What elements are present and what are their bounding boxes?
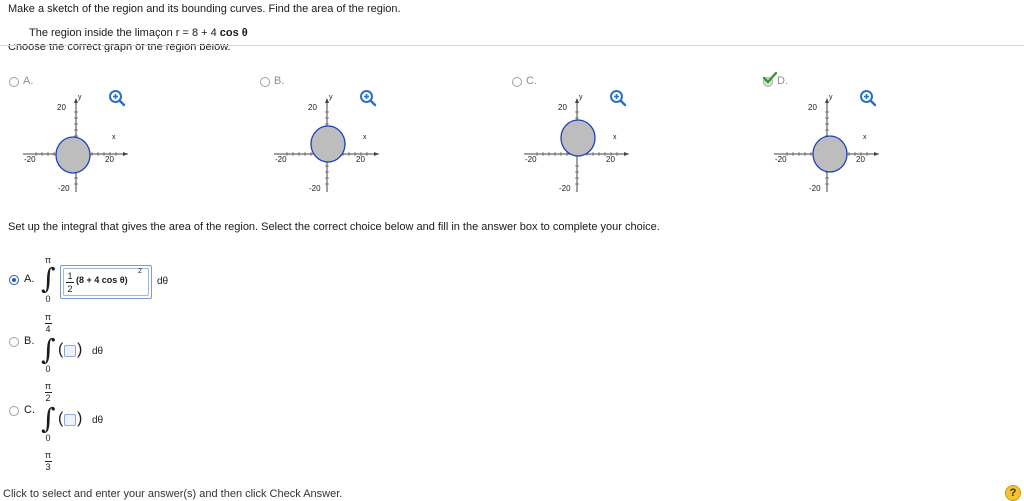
footer-instruction: Click to select and enter your answer(s)… bbox=[3, 488, 343, 500]
integral-option-c-radio[interactable] bbox=[9, 406, 19, 416]
integral-sign: ∫ bbox=[41, 333, 56, 366]
x-axis-label: x bbox=[613, 134, 617, 141]
extra-limit-den: 3 bbox=[45, 462, 51, 472]
integral-sign: ∫ bbox=[41, 262, 56, 295]
question-text: Make a sketch of the region and its boun… bbox=[8, 3, 401, 15]
x-tick-left: -20 bbox=[525, 155, 537, 164]
x-tick-right: 20 bbox=[356, 155, 365, 164]
differential: dθ bbox=[92, 415, 104, 426]
checkmark-icon bbox=[763, 72, 777, 84]
answer-box[interactable] bbox=[64, 345, 76, 357]
x-tick-left: -20 bbox=[775, 155, 787, 164]
y-axis-label: y bbox=[829, 94, 833, 101]
zoom-icon[interactable] bbox=[609, 89, 627, 107]
y-tick-top: 20 bbox=[57, 103, 66, 112]
graph-option-c-radio[interactable] bbox=[512, 77, 522, 87]
divider bbox=[0, 45, 1024, 46]
limacon-region bbox=[560, 119, 596, 157]
lower-limit: 0 bbox=[45, 364, 51, 374]
x-tick-left: -20 bbox=[24, 155, 36, 164]
differential: dθ bbox=[157, 276, 169, 287]
integral-option-b-radio[interactable] bbox=[9, 337, 19, 347]
integral-option-a-radio[interactable] bbox=[9, 275, 19, 285]
graph-option-a-label[interactable]: A. bbox=[23, 75, 33, 87]
y-tick-bottom: -20 bbox=[559, 184, 571, 193]
answer-box[interactable] bbox=[64, 414, 76, 426]
integrand-exponent: 2 bbox=[138, 268, 142, 275]
lower-limit: 0 bbox=[45, 294, 51, 304]
frac-bar bbox=[66, 282, 74, 283]
zoom-icon[interactable] bbox=[108, 89, 126, 107]
x-axis-label: x bbox=[112, 134, 116, 141]
given-prefix: The region inside the limaçon r = 8 + 4 bbox=[29, 27, 217, 39]
extra-limit-num: π bbox=[44, 450, 52, 460]
graph-c-plot bbox=[524, 98, 629, 192]
x-tick-right: 20 bbox=[105, 155, 114, 164]
graph-option-c: y 20 x -20 20 -20 bbox=[521, 88, 671, 208]
graph-d-plot bbox=[774, 98, 879, 192]
given-func: cos θ bbox=[219, 27, 248, 39]
graph-b-plot bbox=[274, 98, 379, 192]
upper-limit-num: π bbox=[44, 312, 52, 322]
y-axis-label: y bbox=[579, 94, 583, 101]
y-tick-bottom: -20 bbox=[809, 184, 821, 193]
x-axis-arrow bbox=[123, 152, 128, 156]
y-tick-top: 20 bbox=[558, 103, 567, 112]
graph-a-plot bbox=[23, 98, 128, 192]
integral-option-a-label[interactable]: A. bbox=[24, 273, 34, 285]
paren-right: ) bbox=[77, 341, 83, 358]
frac-num: 1 bbox=[67, 271, 73, 281]
x-axis-label: x bbox=[363, 134, 367, 141]
upper-limit-num: π bbox=[44, 381, 52, 391]
paren-left: ( bbox=[58, 341, 64, 358]
integral-option-b-label[interactable]: B. bbox=[24, 335, 34, 347]
limacon-region bbox=[310, 125, 346, 163]
integral-option-c-label[interactable]: C. bbox=[24, 404, 35, 416]
integral-sign: ∫ bbox=[41, 402, 56, 435]
paren-left: ( bbox=[58, 410, 64, 427]
limacon-region bbox=[55, 136, 91, 174]
lower-limit: 0 bbox=[45, 433, 51, 443]
y-axis-label: y bbox=[329, 94, 333, 101]
x-tick-left: -20 bbox=[275, 155, 287, 164]
graph-option-b-label[interactable]: B. bbox=[274, 75, 284, 87]
paren-right: ) bbox=[77, 410, 83, 427]
x-tick-right: 20 bbox=[606, 155, 615, 164]
graph-option-d: y 20 x -20 20 -20 bbox=[771, 88, 921, 208]
setup-prompt: Set up the integral that gives the area … bbox=[8, 221, 660, 233]
zoom-icon[interactable] bbox=[859, 89, 877, 107]
y-axis-label: y bbox=[78, 94, 82, 101]
graph-option-a: y 20 x -20 20 -20 bbox=[20, 88, 170, 208]
zoom-icon[interactable] bbox=[359, 89, 377, 107]
y-tick-top: 20 bbox=[808, 103, 817, 112]
y-tick-bottom: -20 bbox=[58, 184, 70, 193]
x-axis-label: x bbox=[863, 134, 867, 141]
frac-den: 2 bbox=[67, 284, 73, 294]
graph-option-b-radio[interactable] bbox=[260, 77, 270, 87]
y-tick-top: 20 bbox=[308, 103, 317, 112]
differential: dθ bbox=[92, 346, 104, 357]
limacon-region bbox=[812, 135, 848, 173]
graph-option-c-label[interactable]: C. bbox=[526, 75, 537, 87]
integrand-expression: (8 + 4 cos θ) bbox=[76, 275, 128, 285]
given-region: The region inside the limaçon r = 8 + 4 … bbox=[29, 27, 248, 39]
graph-option-d-label[interactable]: D. bbox=[777, 75, 788, 87]
graph-option-b: y 20 x -20 20 -20 bbox=[271, 88, 421, 208]
help-icon[interactable]: ? bbox=[1005, 485, 1021, 501]
y-tick-bottom: -20 bbox=[309, 184, 321, 193]
graph-option-a-radio[interactable] bbox=[9, 77, 19, 87]
x-tick-right: 20 bbox=[856, 155, 865, 164]
